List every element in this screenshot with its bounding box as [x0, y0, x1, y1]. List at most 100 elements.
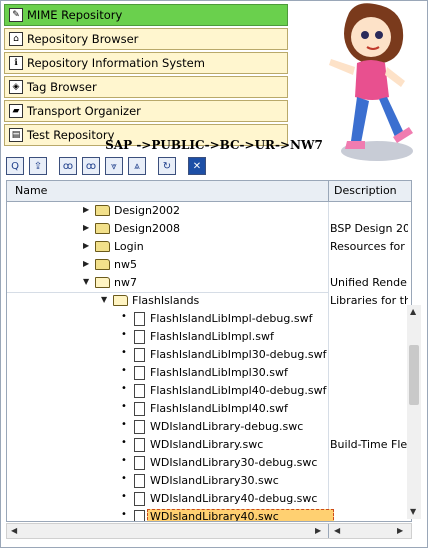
nav-transport-organizer[interactable]: ▰ Transport Organizer — [4, 100, 288, 122]
folder-icon — [95, 205, 110, 216]
tree-node-name[interactable]: FlashIslandLibImpl40-debug.swf — [150, 384, 326, 397]
scroll-up-icon[interactable]: ▲ — [410, 307, 416, 316]
tree-node-name[interactable]: Design2008 — [114, 222, 180, 235]
tree-folder-row[interactable]: ▼ nw7 Unified Rende — [7, 274, 411, 292]
nav-repository-information-system[interactable]: ℹ Repository Information System — [4, 52, 288, 74]
tree-file-row[interactable]: • WDIslandLibrary-debug.swc — [7, 418, 411, 436]
tree-leaf-bullet: • — [121, 419, 127, 430]
nav-mime-repository[interactable]: ✎ MIME Repository — [4, 4, 288, 26]
mime-repository-icon: ✎ — [9, 8, 23, 22]
tree-node-name[interactable]: WDIslandLibrary.swc — [150, 438, 263, 451]
refresh-icon[interactable]: ↻ — [158, 157, 176, 175]
file-icon — [134, 420, 145, 434]
tree-file-row[interactable]: • FlashIslandLibImpl40-debug.swf — [7, 382, 411, 400]
scroll-left-icon[interactable]: ◀ — [334, 526, 340, 535]
tree-file-row[interactable]: • FlashIslandLibImpl.swf — [7, 328, 411, 346]
find-icon[interactable]: Q — [6, 157, 24, 175]
folder-icon — [95, 223, 110, 234]
collapse-icon[interactable]: ⩓ — [128, 157, 146, 175]
expand-node-icon[interactable]: ▶ — [83, 241, 89, 250]
tree-node-name[interactable]: FlashIslandLibImpl.swf — [150, 330, 274, 343]
tree-file-row[interactable]: • FlashIslandLibImpl-debug.swf — [7, 310, 411, 328]
tree-node-description: Libraries for th — [330, 294, 408, 307]
file-icon — [134, 510, 145, 521]
scroll-right-icon[interactable]: ▶ — [315, 526, 321, 535]
tree-file-row[interactable]: • FlashIslandLibImpl30-debug.swf — [7, 346, 411, 364]
scroll-left-icon[interactable]: ◀ — [11, 526, 17, 535]
tree-file-row[interactable]: • WDIslandLibrary40-debug.swc — [7, 490, 411, 508]
column-header-name[interactable]: Name — [15, 184, 47, 197]
tree-node-name[interactable]: nw7 — [114, 276, 137, 289]
file-icon — [134, 438, 145, 452]
tree-node-name[interactable]: WDIslandLibrary-debug.swc — [150, 420, 303, 433]
tree-file-row[interactable]: • WDIslandLibrary.swc Build-Time Flex — [7, 436, 411, 454]
tree-node-description: Resources for — [330, 240, 405, 253]
tree-folder-row[interactable]: ▶ nw5 — [7, 256, 411, 274]
tree-file-row[interactable]: • FlashIslandLibImpl40.swf — [7, 400, 411, 418]
expand-node-icon[interactable]: ▶ — [83, 205, 89, 214]
tree-node-name[interactable]: WDIslandLibrary40-debug.swc — [150, 492, 317, 505]
tree-node-description: BSP Design 20 — [330, 222, 408, 235]
expand-icon[interactable]: ⩔ — [105, 157, 123, 175]
tree-leaf-bullet: • — [121, 491, 127, 502]
tree-header: Name Description — [7, 181, 411, 202]
tree-folder-row[interactable]: ▶ Login Resources for — [7, 238, 411, 256]
tree-node-name[interactable]: Design2002 — [114, 204, 180, 217]
tree-node-name[interactable]: WDIslandLibrary40.swc — [147, 509, 334, 521]
folder-icon — [113, 295, 128, 306]
tag-browser-icon: ◈ — [9, 80, 23, 94]
tree-leaf-bullet: • — [121, 311, 127, 322]
tree-rows: ▶ Design2002 ▶ Design2008 BSP Design 20 ▶ Logi… — [7, 202, 411, 521]
vertical-scrollbar[interactable]: ▲ ▼ — [407, 305, 421, 519]
file-icon — [134, 366, 145, 380]
tree-node-name[interactable]: nw5 — [114, 258, 137, 271]
tree-node-name[interactable]: FlashIslandLibImpl30-debug.swf — [150, 348, 326, 361]
tree-node-name[interactable]: FlashIslandLibImpl40.swf — [150, 402, 288, 415]
tree-leaf-bullet: • — [121, 437, 127, 448]
horizontal-scrollbar[interactable]: ◀ ▶ ◀ ▶ — [6, 523, 412, 539]
folder-icon — [95, 241, 110, 252]
tree-node-name[interactable]: Login — [114, 240, 144, 253]
nav-label: Repository Browser — [27, 32, 139, 46]
truck-icon: ▰ — [9, 104, 23, 118]
tree-node-name[interactable]: FlashIslandLibImpl30.swf — [150, 366, 288, 379]
repository-path: SAP ->PUBLIC->BC->UR->NW7 — [105, 138, 323, 152]
object-navigator-list: ✎ MIME Repository ⌂ Repository Browser ℹ Repo… — [4, 4, 288, 148]
tree-file-row[interactable]: • FlashIslandLibImpl30.swf — [7, 364, 411, 382]
column-divider[interactable] — [328, 181, 329, 201]
nav-label: Tag Browser — [27, 80, 97, 94]
binoculars-icon[interactable]: ꝏ — [59, 157, 77, 175]
tree-node-name[interactable]: WDIslandLibrary30.swc — [150, 474, 279, 487]
tree-file-row[interactable]: • WDIslandLibrary40.swc — [7, 508, 411, 521]
collapse-node-icon[interactable]: ▼ — [101, 295, 107, 304]
file-icon — [134, 474, 145, 488]
nav-tag-browser[interactable]: ◈ Tag Browser — [4, 76, 288, 98]
tree-folder-row[interactable]: ▶ Design2008 BSP Design 20 — [7, 220, 411, 238]
tree-file-row[interactable]: • WDIslandLibrary30-debug.swc — [7, 454, 411, 472]
tree-folder-row[interactable]: ▶ Design2002 — [7, 202, 411, 220]
scroll-right-icon[interactable]: ▶ — [397, 526, 403, 535]
scroll-down-icon[interactable]: ▼ — [410, 507, 416, 516]
expand-node-icon[interactable]: ▶ — [83, 259, 89, 268]
tree-node-name[interactable]: FlashIslandLibImpl-debug.swf — [150, 312, 312, 325]
tree-leaf-bullet: • — [121, 329, 127, 340]
tree-node-name[interactable]: FlashIslands — [132, 294, 199, 307]
nav-label: Repository Information System — [27, 56, 205, 70]
collapse-node-icon[interactable]: ▼ — [83, 277, 89, 286]
close-icon[interactable]: ✕ — [188, 157, 206, 175]
binoculars-next-icon[interactable]: ꝏ — [82, 157, 100, 175]
vertical-scroll-thumb[interactable] — [409, 345, 419, 405]
column-header-description[interactable]: Description — [334, 184, 397, 197]
file-icon — [134, 330, 145, 344]
tree-file-row[interactable]: • WDIslandLibrary30.swc — [7, 472, 411, 490]
repository-tree: Name Description ▶ Design2002 ▶ Design2008 B… — [6, 180, 412, 522]
tree-node-name[interactable]: WDIslandLibrary30-debug.swc — [150, 456, 317, 469]
tree-leaf-bullet: • — [121, 509, 127, 520]
nav-label: MIME Repository — [27, 8, 123, 22]
import-icon[interactable]: ⇪ — [29, 157, 47, 175]
repository-browser-icon: ⌂ — [9, 32, 23, 46]
expand-node-icon[interactable]: ▶ — [83, 223, 89, 232]
nav-repository-browser[interactable]: ⌂ Repository Browser — [4, 28, 288, 50]
file-icon — [134, 402, 145, 416]
tree-folder-row[interactable]: ▼ FlashIslands Libraries for th — [7, 292, 411, 310]
